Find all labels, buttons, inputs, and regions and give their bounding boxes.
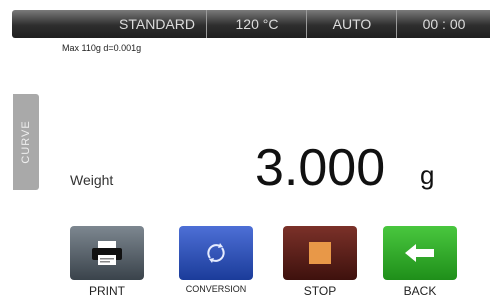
mode-status[interactable]: STANDARD [108, 10, 206, 38]
back-button[interactable]: BACK [383, 226, 457, 298]
stop-label: STOP [303, 284, 337, 298]
timer-status[interactable]: 00 : 00 [396, 10, 490, 38]
weight-unit: g [420, 160, 435, 190]
weight-value: 3.000 [255, 139, 386, 197]
curve-tab-label: CURVE [20, 120, 32, 164]
status-bar: STANDARD 120 °C AUTO 00 : 00 [12, 10, 490, 38]
auto-status[interactable]: AUTO [306, 10, 397, 38]
curve-tab[interactable]: CURVE [13, 94, 39, 190]
back-label: BACK [403, 284, 437, 298]
print-button[interactable]: PRINT [70, 226, 144, 298]
stop-button[interactable]: STOP [283, 226, 357, 298]
conversion-label: CONVERSION [185, 284, 247, 294]
printer-icon [92, 241, 122, 265]
capacity-spec: Max 110g d=0.001g [62, 43, 142, 53]
print-label: PRINT [89, 284, 125, 298]
left-arrow-icon [405, 244, 434, 262]
temperature-status[interactable]: 120 °C [206, 10, 307, 38]
conversion-button[interactable]: CONVERSION [179, 226, 253, 294]
weight-label: Weight [70, 172, 114, 188]
stop-square-icon [309, 242, 331, 264]
cycle-icon [207, 243, 225, 263]
